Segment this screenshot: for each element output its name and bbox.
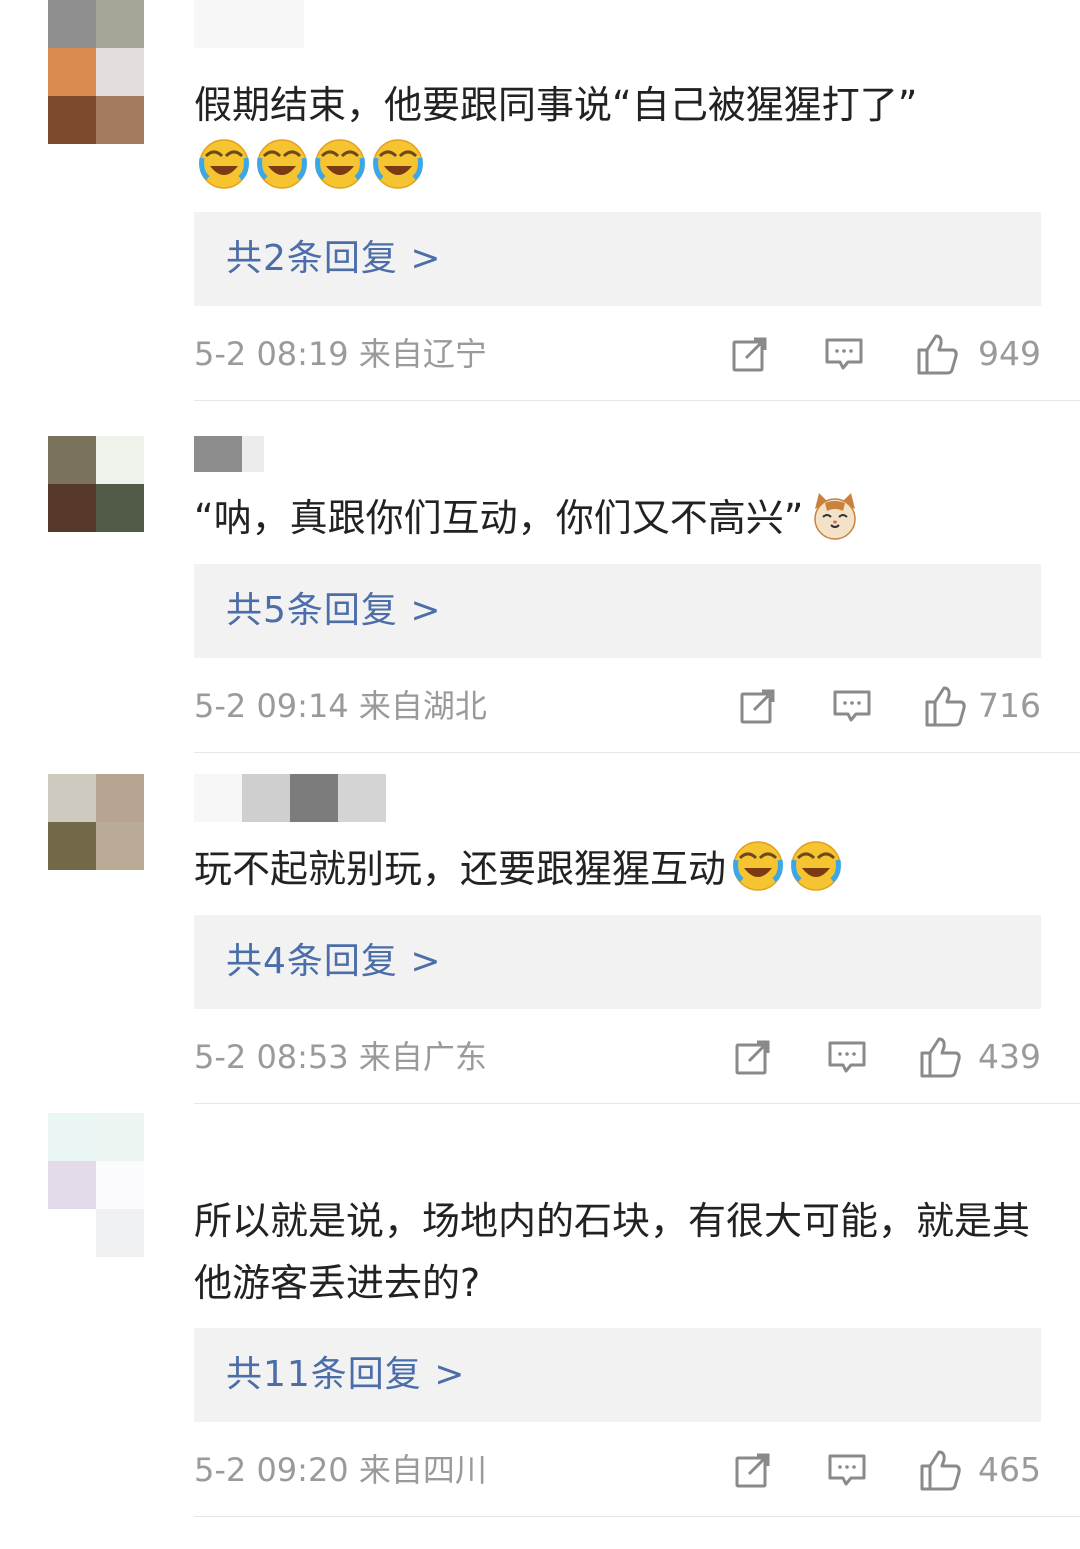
- comment-icon[interactable]: [827, 1037, 867, 1077]
- avatar[interactable]: [48, 774, 144, 870]
- avatar[interactable]: [48, 1113, 144, 1257]
- replies-button[interactable]: 共2条回复 >: [194, 212, 1041, 306]
- replies-button[interactable]: 共5条回复 >: [194, 564, 1041, 658]
- comment-time: 5-2 08:19 来自辽宁: [194, 335, 487, 373]
- replies-button[interactable]: 共4条回复 >: [194, 915, 1041, 1009]
- comment-body: 所以就是说，场地内的石块，有很大可能，就是其他游客丢进去的?: [194, 1199, 1031, 1305]
- thumbs-up-icon[interactable]: [919, 1448, 963, 1492]
- divider: [194, 1103, 1080, 1104]
- share-icon[interactable]: [738, 686, 778, 726]
- comment-body: 玩不起就别玩，还要跟猩猩互动: [194, 847, 727, 891]
- laugh-cry-icon: [314, 138, 366, 190]
- comment-time: 5-2 09:20 来自四川: [194, 1451, 487, 1489]
- comment-meta: 5-2 08:19 来自辽宁 949: [194, 329, 1041, 379]
- comment-text: “呐，真跟你们互动，你们又不高兴”: [194, 487, 1044, 549]
- thumbs-up-icon[interactable]: [916, 332, 960, 376]
- comment-time: 5-2 08:53 来自广东: [194, 1038, 487, 1076]
- comment-icon[interactable]: [832, 686, 872, 726]
- comment-body: “呐，真跟你们互动，你们又不高兴”: [194, 496, 804, 540]
- comment-body: 假期结束，他要跟同事说“自己被猩猩打了”: [194, 83, 918, 127]
- like-count: 716: [978, 686, 1041, 725]
- replies-label: 共2条回复 >: [226, 238, 442, 279]
- replies-button[interactable]: 共11条回复 >: [194, 1328, 1041, 1422]
- divider: [194, 752, 1080, 753]
- comment-meta: 5-2 09:14 来自湖北 716: [194, 681, 1041, 731]
- share-icon[interactable]: [733, 1037, 773, 1077]
- replies-label: 共11条回复 >: [226, 1354, 466, 1395]
- laugh-cry-icon: [256, 138, 308, 190]
- comment-text: 所以就是说，场地内的石块，有很大可能，就是其他游客丢进去的?: [194, 1190, 1044, 1314]
- replies-label: 共4条回复 >: [226, 941, 442, 982]
- comment-icon[interactable]: [827, 1450, 867, 1490]
- like-count: 465: [978, 1450, 1041, 1489]
- username[interactable]: [194, 0, 304, 48]
- laugh-cry-icon: [198, 138, 250, 190]
- share-icon[interactable]: [730, 334, 770, 374]
- replies-label: 共5条回复 >: [226, 590, 442, 631]
- divider: [194, 400, 1080, 401]
- username[interactable]: [194, 774, 386, 822]
- laugh-cry-icon: [372, 138, 424, 190]
- divider: [194, 1516, 1080, 1517]
- comment-icon[interactable]: [824, 334, 864, 374]
- comment-meta: 5-2 08:53 来自广东 439: [194, 1032, 1041, 1082]
- thumbs-up-icon[interactable]: [919, 1035, 963, 1079]
- avatar[interactable]: [48, 436, 144, 532]
- avatar[interactable]: [48, 0, 144, 144]
- thumbs-up-icon[interactable]: [924, 684, 968, 728]
- username[interactable]: [194, 436, 264, 472]
- like-count: 949: [978, 334, 1041, 373]
- laugh-cry-icon: [790, 840, 842, 892]
- cat-face-icon: [809, 489, 861, 541]
- comment-meta: 5-2 09:20 来自四川 465: [194, 1445, 1041, 1495]
- comment-time: 5-2 09:14 来自湖北: [194, 687, 487, 725]
- share-icon[interactable]: [733, 1450, 773, 1490]
- comment-text: 假期结束，他要跟同事说“自己被猩猩打了”: [194, 74, 1044, 198]
- laugh-cry-icon: [732, 840, 784, 892]
- like-count: 439: [978, 1037, 1041, 1076]
- comment-text: 玩不起就别玩，还要跟猩猩互动: [194, 838, 1044, 900]
